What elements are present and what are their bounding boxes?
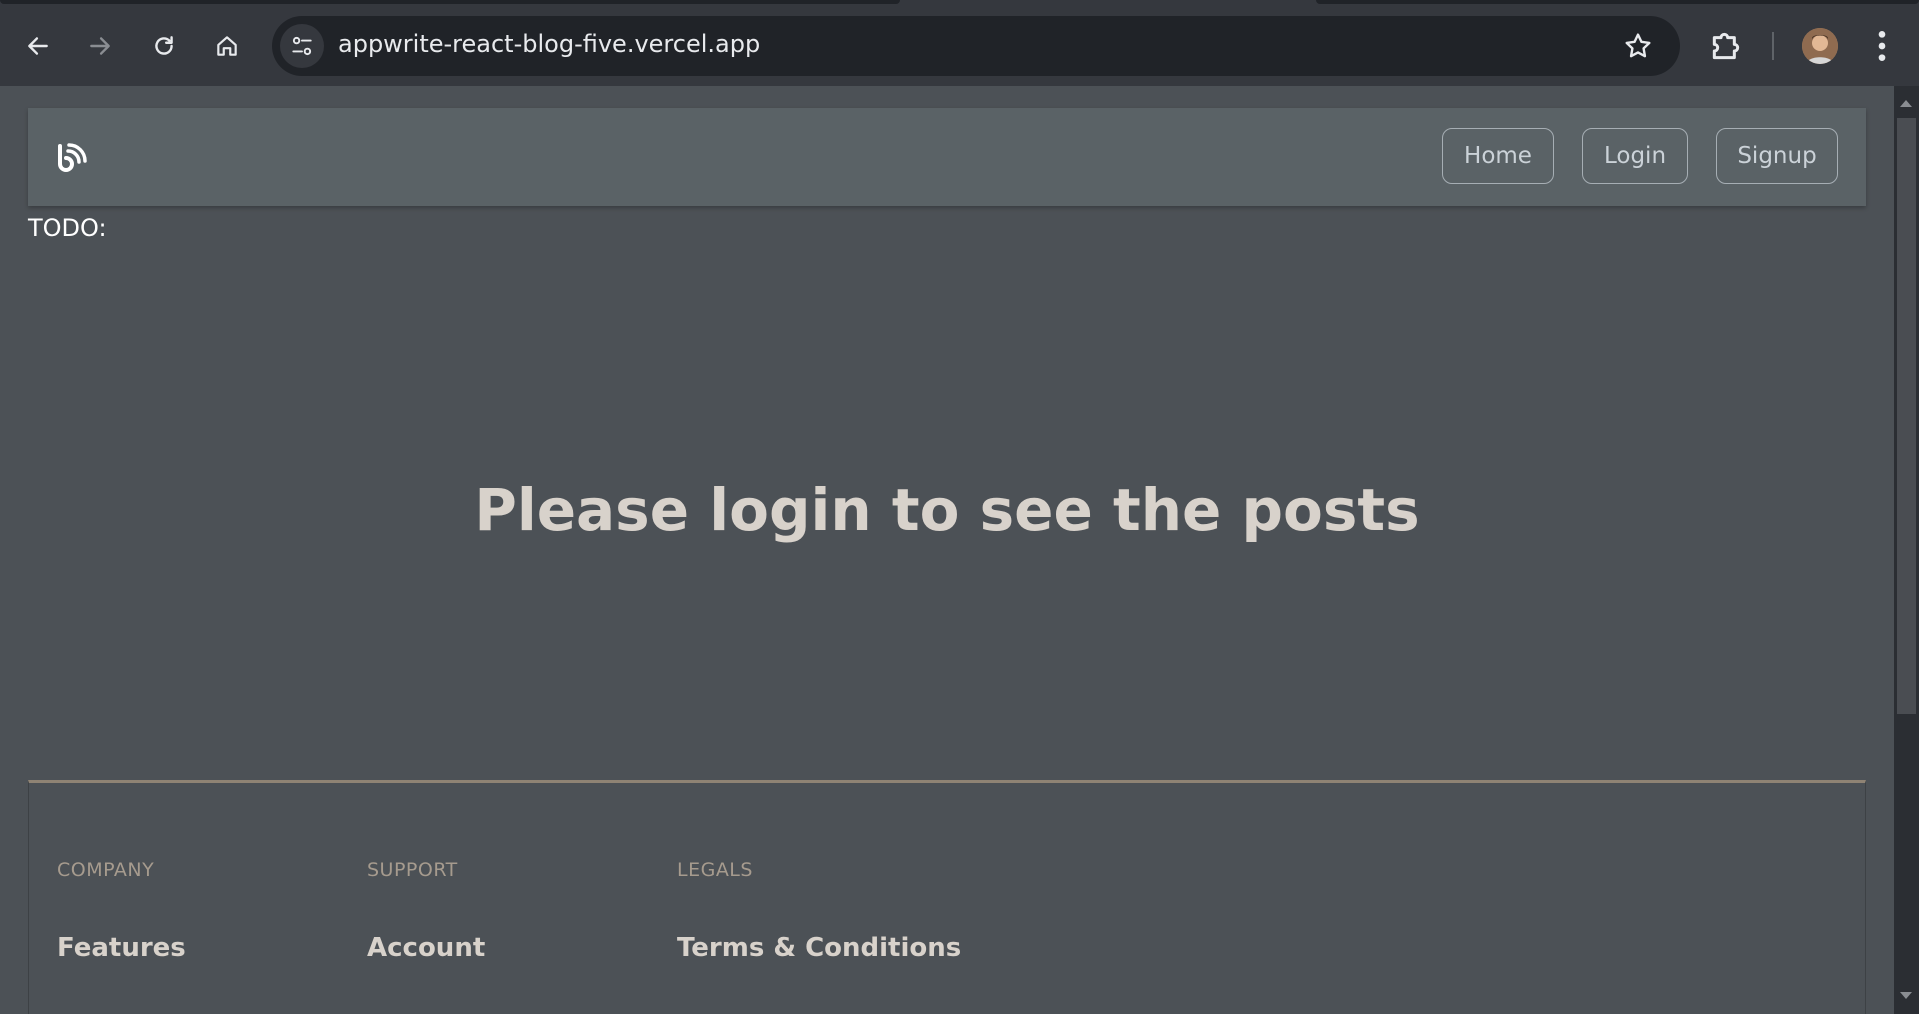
back-button[interactable] — [16, 24, 60, 68]
footer-link-account[interactable]: Account — [367, 933, 485, 963]
page-viewport: Home Login Signup TODO: Please login to … — [0, 86, 1894, 1014]
site-header: Home Login Signup — [28, 108, 1866, 206]
site-footer: COMPANY Features SUPPORT Account LEGALS … — [28, 780, 1866, 1014]
nav-signup-button[interactable]: Signup — [1716, 128, 1838, 184]
url-text[interactable]: appwrite-react-blog-five.vercel.app — [338, 30, 760, 58]
avatar-icon — [1802, 28, 1838, 64]
nav-home-button[interactable]: Home — [1442, 128, 1554, 184]
footer-heading: COMPANY — [57, 859, 155, 881]
arrow-left-icon — [28, 37, 48, 55]
scroll-down-icon[interactable] — [1900, 992, 1912, 999]
reload-icon — [155, 36, 173, 55]
forward-button[interactable] — [78, 24, 122, 68]
reload-button[interactable] — [142, 24, 186, 68]
home-icon — [217, 36, 237, 56]
vertical-scrollbar[interactable] — [1894, 86, 1919, 1014]
tune-icon — [292, 36, 312, 56]
toolbar-divider — [1772, 32, 1774, 60]
footer-heading: SUPPORT — [367, 859, 458, 881]
kebab-menu-icon[interactable] — [1868, 26, 1896, 66]
browser-toolbar: appwrite-react-blog-five.vercel.app — [0, 0, 1919, 86]
blog-logo-icon[interactable] — [54, 142, 88, 176]
footer-heading: LEGALS — [677, 859, 753, 881]
tab-strip-edge — [1316, 0, 1919, 4]
footer-link-features[interactable]: Features — [57, 933, 186, 963]
scrollbar-thumb[interactable] — [1897, 118, 1916, 714]
tab-strip-edge — [0, 0, 900, 4]
profile-avatar[interactable] — [1802, 28, 1838, 64]
puzzle-icon[interactable] — [1706, 26, 1746, 66]
address-bar[interactable]: appwrite-react-blog-five.vercel.app — [272, 16, 1680, 76]
nav-login-button[interactable]: Login — [1582, 128, 1688, 184]
scroll-up-icon[interactable] — [1900, 100, 1912, 107]
star-icon[interactable] — [1622, 30, 1654, 62]
footer-link-terms[interactable]: Terms & Conditions — [677, 933, 961, 963]
arrow-right-icon — [90, 37, 110, 55]
todo-text: TODO: — [28, 214, 107, 242]
login-prompt-heading: Please login to see the posts — [474, 476, 1420, 544]
site-info-button[interactable] — [280, 24, 324, 68]
home-button[interactable] — [205, 24, 249, 68]
